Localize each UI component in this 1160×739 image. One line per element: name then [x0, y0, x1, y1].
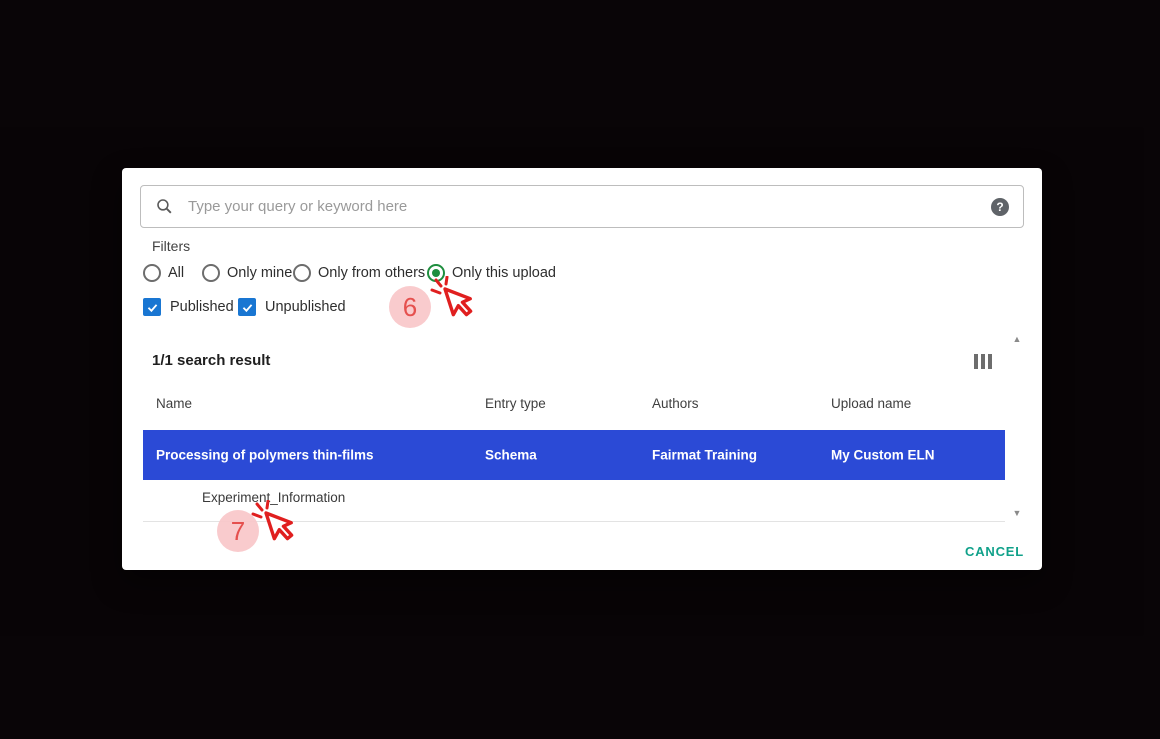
- mcol-authors: Authors: [652, 396, 699, 411]
- filters-label: Filters: [152, 238, 190, 254]
- checkbox-option-0[interactable]: Published: [143, 298, 234, 316]
- radio-option-1[interactable]: Only mine: [202, 264, 292, 282]
- result-name: Processing of polymers thin-films: [156, 448, 374, 463]
- click-cursor-icon: [249, 500, 299, 556]
- mcol-entry-type: Entry type: [485, 396, 546, 411]
- checkbox-label-published: Published: [170, 299, 234, 315]
- checkbox-option-1[interactable]: Unpublished: [238, 298, 346, 316]
- radio-label-only-from-others: Only from others: [318, 265, 425, 281]
- checkbox-checked-icon: [143, 298, 161, 316]
- search-input[interactable]: [186, 197, 979, 216]
- mcol-upload-name: Upload name: [831, 396, 911, 411]
- radio-icon: [202, 264, 220, 282]
- search-icon: [155, 197, 174, 216]
- radio-icon: [143, 264, 161, 282]
- screen: PUBLISH EXPLORE ANALYZE ABOUT Your uploa…: [0, 0, 1160, 739]
- mcol-name: Name: [156, 396, 192, 411]
- radio-label-only-mine: Only mine: [227, 265, 292, 281]
- result-row-selected[interactable]: Processing of polymers thin-films Schema…: [143, 430, 1005, 480]
- search-box: ?: [140, 185, 1024, 228]
- result-entry-type: Schema: [485, 448, 537, 463]
- annotation-step-badge-6: 6: [389, 286, 431, 328]
- checkbox-checked-icon: [238, 298, 256, 316]
- columns-settings-icon[interactable]: [974, 354, 992, 369]
- click-cursor-icon: [428, 276, 478, 332]
- results-count: 1/1 search result: [152, 352, 270, 369]
- result-authors: Fairmat Training: [652, 448, 757, 463]
- results-scroll-up-icon[interactable]: ▲: [1010, 334, 1024, 344]
- help-icon[interactable]: ?: [991, 198, 1009, 216]
- radio-option-0[interactable]: All: [143, 264, 184, 282]
- radio-icon: [293, 264, 311, 282]
- checkbox-label-unpublished: Unpublished: [265, 299, 346, 315]
- radio-option-2[interactable]: Only from others: [293, 264, 425, 282]
- results-scroll-down-icon[interactable]: ▼: [1010, 508, 1024, 518]
- cancel-button[interactable]: CANCEL: [965, 544, 1024, 559]
- result-upload-name: My Custom ELN: [831, 448, 935, 463]
- radio-label-all: All: [168, 265, 184, 281]
